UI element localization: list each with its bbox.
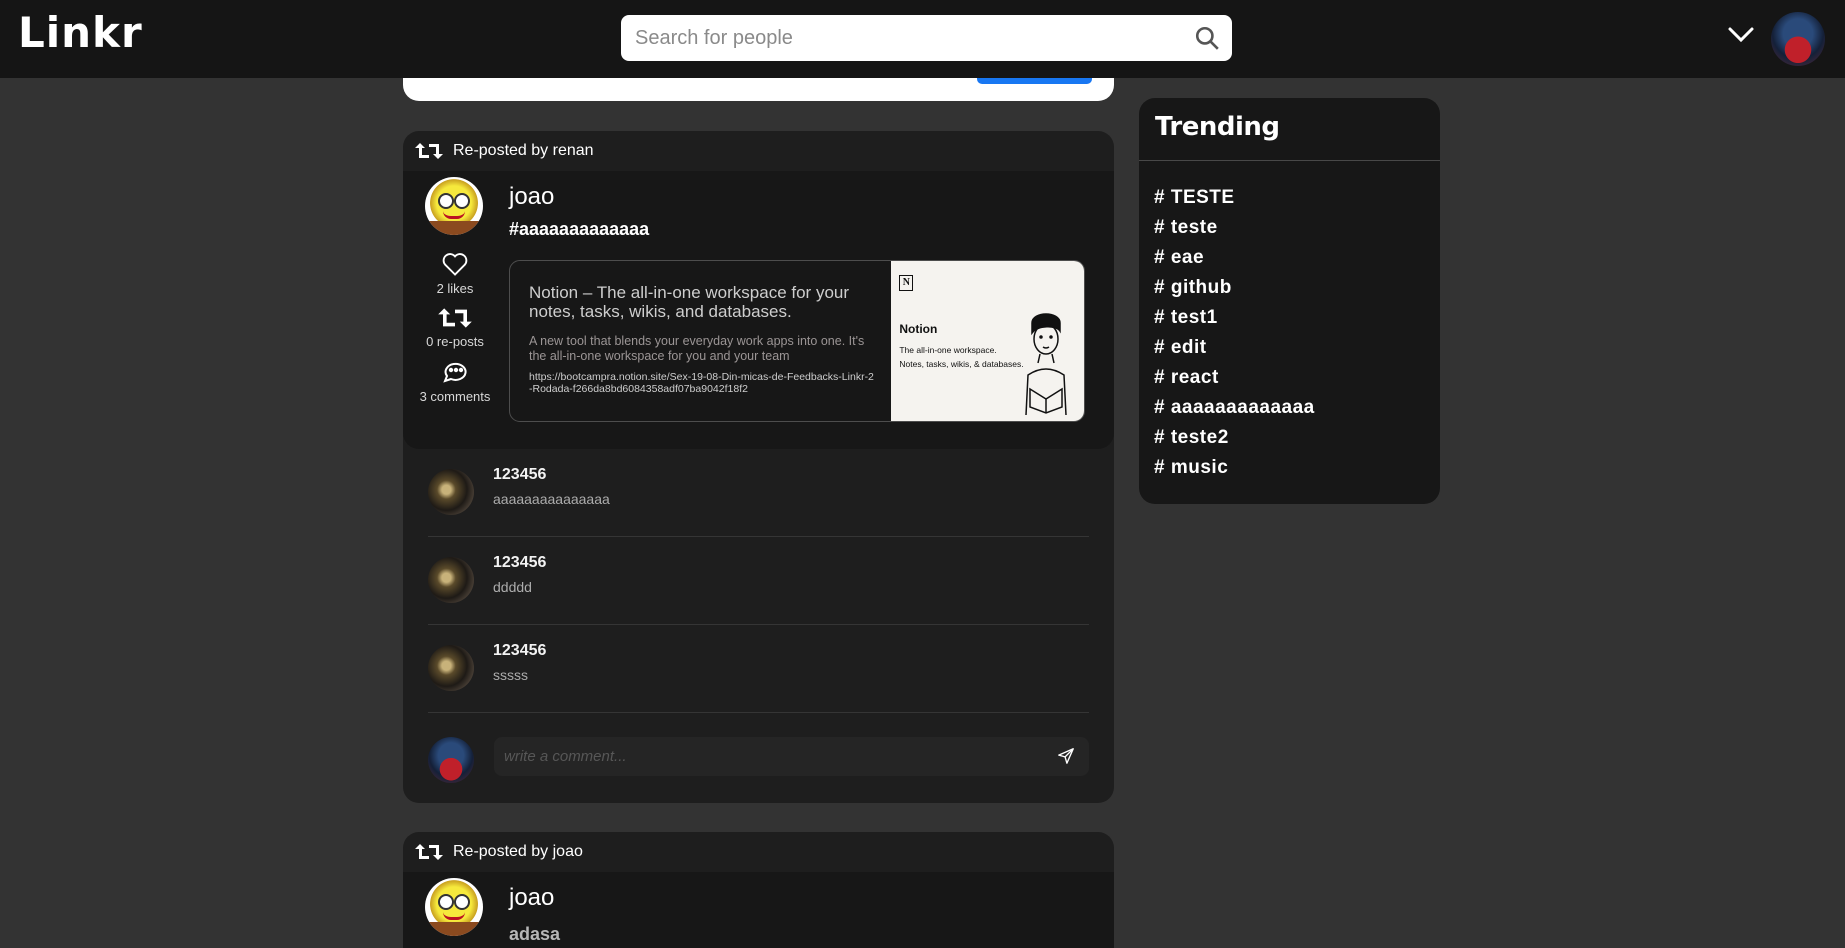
post-card: Re-posted by joao joao adasa	[403, 832, 1114, 948]
comment-text: ddddd	[493, 579, 532, 595]
trending-tag[interactable]: # aaaaaaaaaaaaa	[1154, 393, 1440, 423]
search-icon[interactable]	[1194, 25, 1220, 51]
comment-item: 123456 sssss	[428, 625, 1089, 713]
comment-item: 123456 aaaaaaaaaaaaaaa	[428, 449, 1089, 537]
trending-tag[interactable]: # eae	[1154, 243, 1440, 273]
notion-logo-icon: N	[899, 275, 914, 291]
post-card: Re-posted by renan 2 likes 0 re-posts 3 …	[403, 131, 1114, 803]
top-bar: Linkr	[0, 0, 1845, 78]
logo[interactable]: Linkr	[18, 8, 143, 57]
comment-text: sssss	[493, 667, 528, 683]
comment-icon[interactable]	[441, 359, 469, 385]
repost-header: Re-posted by joao	[403, 832, 1114, 872]
user-avatar[interactable]	[1771, 12, 1825, 66]
comments-section: 123456 aaaaaaaaaaaaaaa 123456 ddddd 1234…	[403, 449, 1114, 801]
comments-count: 3 comments	[419, 389, 491, 404]
post-body: 2 likes 0 re-posts 3 comments joao #aaaa…	[403, 171, 1114, 449]
trending-panel: Trending # TESTE # teste # eae # github …	[1139, 98, 1440, 504]
trending-tag[interactable]: # test1	[1154, 303, 1440, 333]
commenter-avatar[interactable]	[428, 557, 474, 603]
post-text: #aaaaaaaaaaaaa	[509, 219, 650, 239]
post-author-avatar[interactable]	[425, 177, 483, 235]
link-image: N Notion The all-in-one workspace. Notes…	[891, 261, 1084, 421]
repost-header: Re-posted by renan	[403, 131, 1114, 171]
chevron-down-icon[interactable]	[1726, 20, 1756, 50]
trending-tag[interactable]: # edit	[1154, 333, 1440, 363]
post-username[interactable]: joao	[509, 183, 554, 211]
trending-tag[interactable]: # teste2	[1154, 423, 1440, 453]
post-username[interactable]: joao	[509, 884, 554, 912]
trending-tag[interactable]: # react	[1154, 363, 1440, 393]
person-illustration-icon	[1025, 313, 1067, 415]
post-actions: 2 likes 0 re-posts 3 comments	[403, 251, 507, 414]
trending-tag[interactable]: # teste	[1154, 213, 1440, 243]
search-input[interactable]	[621, 15, 1161, 61]
post-body: joao adasa	[403, 872, 1114, 948]
link-title: Notion – The all-in-one workspace for yo…	[529, 283, 850, 321]
commenter-name[interactable]: 123456	[493, 554, 546, 572]
search-bar	[621, 15, 1232, 61]
trending-tag[interactable]: # github	[1154, 273, 1440, 303]
link-url: https://bootcampra.notion.site/Sex-19-08…	[529, 371, 874, 395]
comment-input[interactable]	[494, 737, 1034, 776]
link-image-subtitle: The all-in-one workspace. Notes, tasks, …	[899, 345, 1024, 369]
comment-input-box	[494, 737, 1089, 776]
trending-tag[interactable]: # TESTE	[1154, 183, 1440, 213]
comment-item: 123456 ddddd	[428, 537, 1089, 625]
repost-label: Re-posted by renan	[453, 142, 594, 159]
likes-count: 2 likes	[436, 281, 474, 296]
trending-title: Trending	[1155, 112, 1280, 142]
commenter-name[interactable]: 123456	[493, 466, 546, 484]
repost-icon[interactable]	[438, 306, 472, 330]
heart-icon[interactable]	[441, 251, 469, 277]
repost-icon	[415, 143, 443, 159]
link-info: Notion – The all-in-one workspace for yo…	[510, 261, 891, 421]
trending-tag[interactable]: # music	[1154, 453, 1440, 483]
commenter-name[interactable]: 123456	[493, 642, 546, 660]
repost-label: Re-posted by joao	[453, 843, 583, 860]
write-comment-row	[428, 713, 1089, 801]
post-author-avatar[interactable]	[425, 878, 483, 936]
link-preview[interactable]: Notion – The all-in-one workspace for yo…	[509, 260, 1085, 422]
repost-icon	[415, 844, 443, 860]
link-description: A new tool that blends your everyday wor…	[529, 334, 865, 363]
link-image-title: Notion	[899, 322, 938, 336]
commenter-avatar[interactable]	[428, 645, 474, 691]
commenter-avatar[interactable]	[428, 469, 474, 515]
send-icon[interactable]	[1057, 747, 1075, 765]
trending-list: # TESTE # teste # eae # github # test1 #…	[1139, 161, 1440, 483]
current-user-avatar	[428, 737, 474, 783]
comment-text: aaaaaaaaaaaaaaa	[493, 491, 610, 507]
reposts-count: 0 re-posts	[426, 334, 484, 349]
post-text: adasa	[509, 924, 561, 944]
